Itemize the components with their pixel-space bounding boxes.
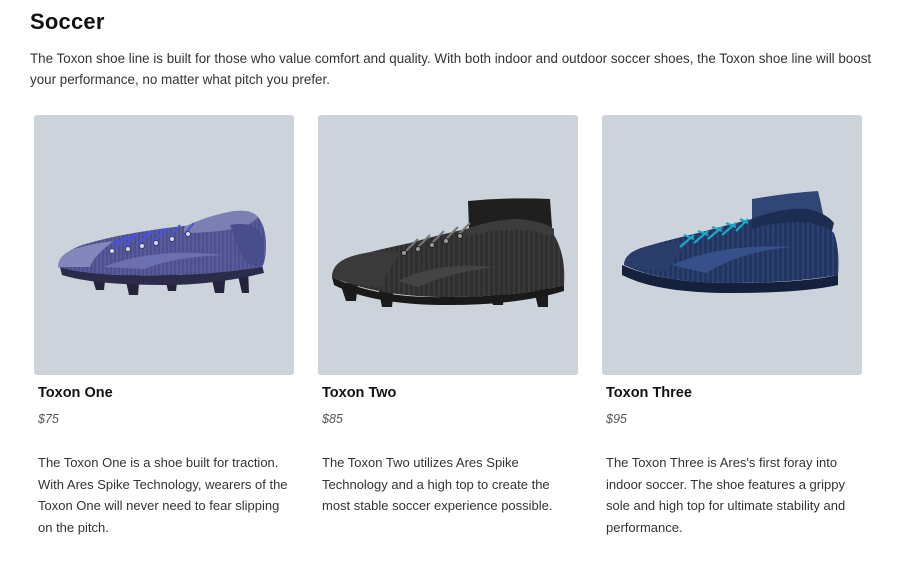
product-name[interactable]: Toxon Three <box>606 385 692 401</box>
product-name[interactable]: Toxon Two <box>322 385 396 401</box>
page-title: Soccer <box>30 9 105 34</box>
product-card-toxon-three[interactable]: Toxon Three $95 The Toxon Three is Ares'… <box>602 115 862 535</box>
product-name[interactable]: Toxon One <box>38 385 113 401</box>
product-image-toxon-one[interactable] <box>34 115 294 375</box>
black-cleat-image <box>332 198 565 307</box>
product-price: $75 <box>38 412 59 426</box>
product-image-toxon-two[interactable] <box>318 115 578 375</box>
product-price: $95 <box>606 412 627 426</box>
product-description: The Toxon One is a shoe built for tracti… <box>38 455 288 535</box>
product-image-toxon-three[interactable] <box>602 115 862 375</box>
product-card-toxon-two[interactable]: Toxon Two $85 The Toxon Two utilizes Are… <box>318 115 578 513</box>
purple-cleat-image <box>58 210 266 295</box>
product-price: $85 <box>322 412 343 426</box>
product-card-toxon-one[interactable]: Toxon One $75 The Toxon One is a shoe bu… <box>34 115 294 535</box>
intro-text: The Toxon shoe line is built for those w… <box>30 51 872 87</box>
navy-indoor-shoe-image <box>622 191 839 293</box>
product-description: The Toxon Two utilizes Ares Spike Techno… <box>322 455 553 513</box>
product-description: The Toxon Three is Ares's first foray in… <box>606 455 846 535</box>
